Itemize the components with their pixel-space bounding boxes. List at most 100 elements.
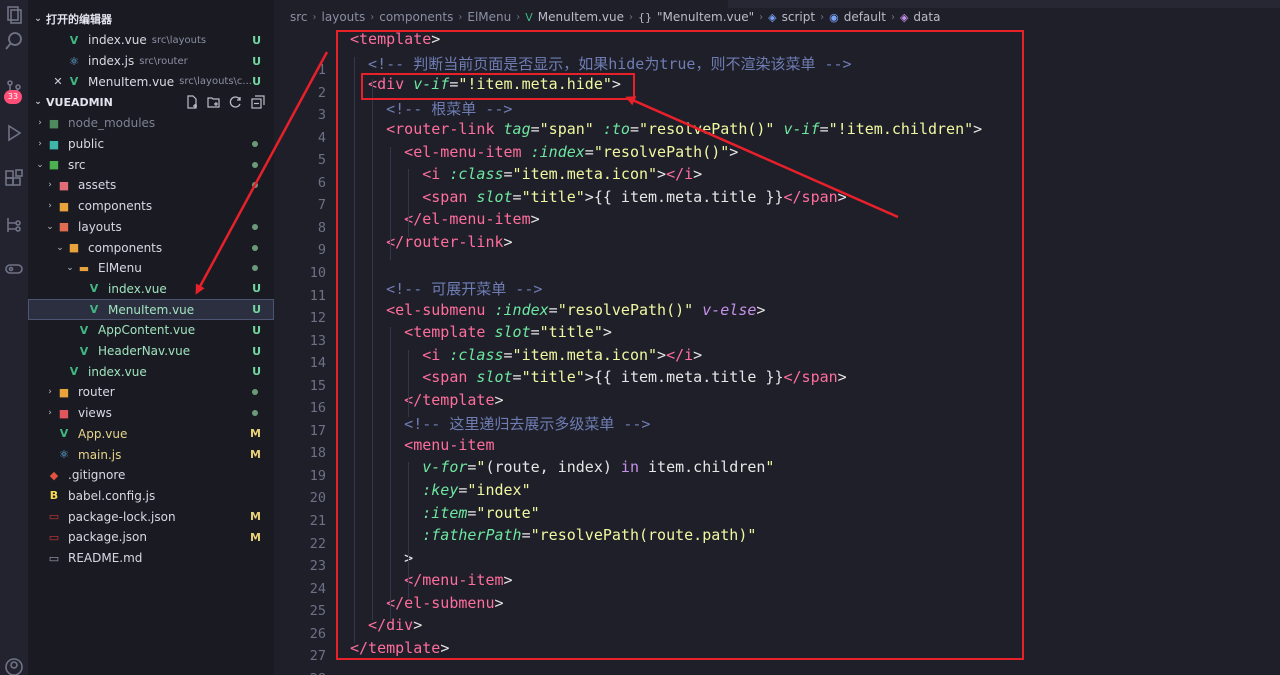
code-token: " [765,458,775,477]
breadcrumb-item[interactable]: src [290,10,308,24]
code-line[interactable]: </template> [350,639,449,657]
tree-item[interactable]: ▭ README.md [28,548,274,569]
code-line[interactable]: <el-menu-item :index="resolvePath()"> [404,143,738,161]
code-line[interactable]: <div v-if="!item.meta.hide"> [368,75,621,93]
tree-item[interactable]: V AppContent.vue U [28,320,274,341]
code-line[interactable]: <span slot="title">{{ item.meta.title }}… [422,188,846,206]
breadcrumb-item[interactable]: layouts [322,10,366,24]
tree-item[interactable]: › ■ components [28,196,274,217]
tree-item[interactable]: › ■ assets [28,175,274,196]
open-editor-item[interactable]: Vindex.vue src\layouts U [28,30,274,51]
tree-item[interactable]: ⚛ main.js M [28,444,274,465]
property-icon: ◈ [899,10,909,24]
line-number: 8 [317,219,326,236]
indent-guide [372,79,374,621]
breadcrumb-item[interactable]: "MenuItem.vue" [657,10,754,24]
new-folder-icon[interactable] [206,94,222,110]
breadcrumb-item[interactable]: components [379,10,453,24]
tree-item[interactable]: V MenuItem.vue U [28,299,274,320]
code-line[interactable]: <!-- 这里递归去展示多级菜单 --> [404,413,650,434]
symbol-icon: ◉ [829,10,839,24]
file-name: assets [78,178,117,193]
modified-dot [252,389,258,396]
breadcrumb-item[interactable]: MenuItem.vue [538,10,624,24]
code-line[interactable]: :fatherPath="resolvePath(route.path)" [422,526,756,544]
remote-icon[interactable] [0,254,28,284]
code-line[interactable]: v-for="(route, index) in item.children" [422,458,774,476]
code-line[interactable]: <template slot="title"> [404,323,612,341]
file-name: main.js [78,447,122,462]
collapse-all-icon[interactable] [250,94,266,110]
code-line[interactable]: </template> [404,391,503,409]
vue-file-icon: V [69,75,79,89]
breadcrumb-item[interactable]: default [844,10,886,24]
tree-item[interactable]: › ■ node_modules [28,113,274,134]
tree-item[interactable]: ⌄ ▬ ElMenu [28,258,274,279]
code-line[interactable]: <menu-item [404,436,494,454]
code-token: </span [783,368,838,387]
code-line[interactable]: </router-link> [386,233,512,251]
modified-dot [252,141,258,148]
file-name: index.js [88,54,135,69]
tree-item[interactable]: › ■ views [28,403,274,424]
tree-item[interactable]: ◆ .gitignore [28,465,274,486]
extensions-icon[interactable] [0,164,28,194]
file-name: ElMenu [98,261,142,276]
code-line[interactable]: <!-- 可展开菜单 --> [386,278,542,299]
code-line[interactable]: <span slot="title">{{ item.meta.title }}… [422,368,846,386]
tree-item[interactable]: › ■ public [28,134,274,155]
search-icon[interactable] [0,26,28,56]
open-editor-item[interactable]: ✕ V MenuItem.vue src\layouts\c... U [28,71,274,92]
source-control-badge: 33 [4,90,22,104]
close-icon[interactable]: ✕ [52,75,64,88]
tree-item[interactable]: Vindex.vue U [28,279,274,300]
line-number: 25 [309,603,326,620]
code-token: > [413,616,423,635]
code-line[interactable]: <i :class="item.meta.icon"></i> [422,165,702,183]
code-line[interactable]: <template> [350,30,440,48]
readme-icon: ▭ [48,551,60,565]
code-token: </el-menu-item [404,210,531,229]
code-line[interactable]: <el-submenu :index="resolvePath()" v-els… [386,301,765,319]
tree-item[interactable]: ▭ package.json M [28,527,274,548]
line-number: 9 [317,242,326,259]
braces-icon: {} [637,10,652,24]
tree-icon[interactable] [0,210,28,240]
code-line[interactable]: <!-- 判断当前页面是否显示，如果hide为true，则不渲染该菜单 --> [368,53,852,74]
breadcrumb-item[interactable]: ElMenu [467,10,511,24]
code-line[interactable]: </el-menu-item> [404,210,539,228]
account-icon[interactable] [0,652,28,675]
tree-item[interactable]: › ■ router [28,382,274,403]
breadcrumb-item[interactable]: script [782,10,815,24]
tree-item[interactable]: V App.vue M [28,424,274,445]
code-token: > [431,30,441,48]
tree-item[interactable]: V HeaderNav.vue U [28,341,274,362]
project-header[interactable]: ⌄ VUEADMIN [28,92,274,112]
code-line[interactable]: </menu-item> [404,571,512,589]
code-line[interactable]: <i :class="item.meta.icon"></i> [422,346,702,364]
code-line[interactable]: </el-submenu> [386,594,503,612]
tree-item[interactable]: ⌄ ■ components [28,237,274,258]
code-line[interactable]: :item="route" [422,504,539,522]
open-editor-item[interactable]: ⚛ index.js src\router U [28,51,274,72]
git-status-badge: M [250,448,261,462]
breadcrumb-item[interactable]: data [913,10,940,24]
open-editors-header[interactable]: ⌄ 打开的编辑器 [28,9,274,29]
tree-item[interactable]: ⌄ ■ layouts [28,217,274,238]
code-line[interactable]: <router-link tag="span" :to="resolvePath… [386,120,982,138]
code-line[interactable]: <!-- 根菜单 --> [386,98,512,119]
tree-item[interactable]: Vindex.vue U [28,361,274,382]
code-line[interactable]: :key="index" [422,481,530,499]
tree-item[interactable]: ▭ package-lock.json M [28,506,274,527]
code-token: > [602,323,612,342]
code-token: :class [449,345,504,364]
tree-item[interactable]: ⌄ ■ src [28,154,274,175]
tree-item[interactable]: Bbabel.config.js [28,486,274,507]
new-file-icon[interactable] [184,94,200,110]
git-status-badge: M [250,427,261,441]
run-debug-icon[interactable] [0,118,28,148]
chevron-right-icon: › [759,11,764,23]
code-line[interactable]: </div> [368,616,422,634]
git-status-badge: U [252,303,261,317]
refresh-icon[interactable] [228,94,244,110]
